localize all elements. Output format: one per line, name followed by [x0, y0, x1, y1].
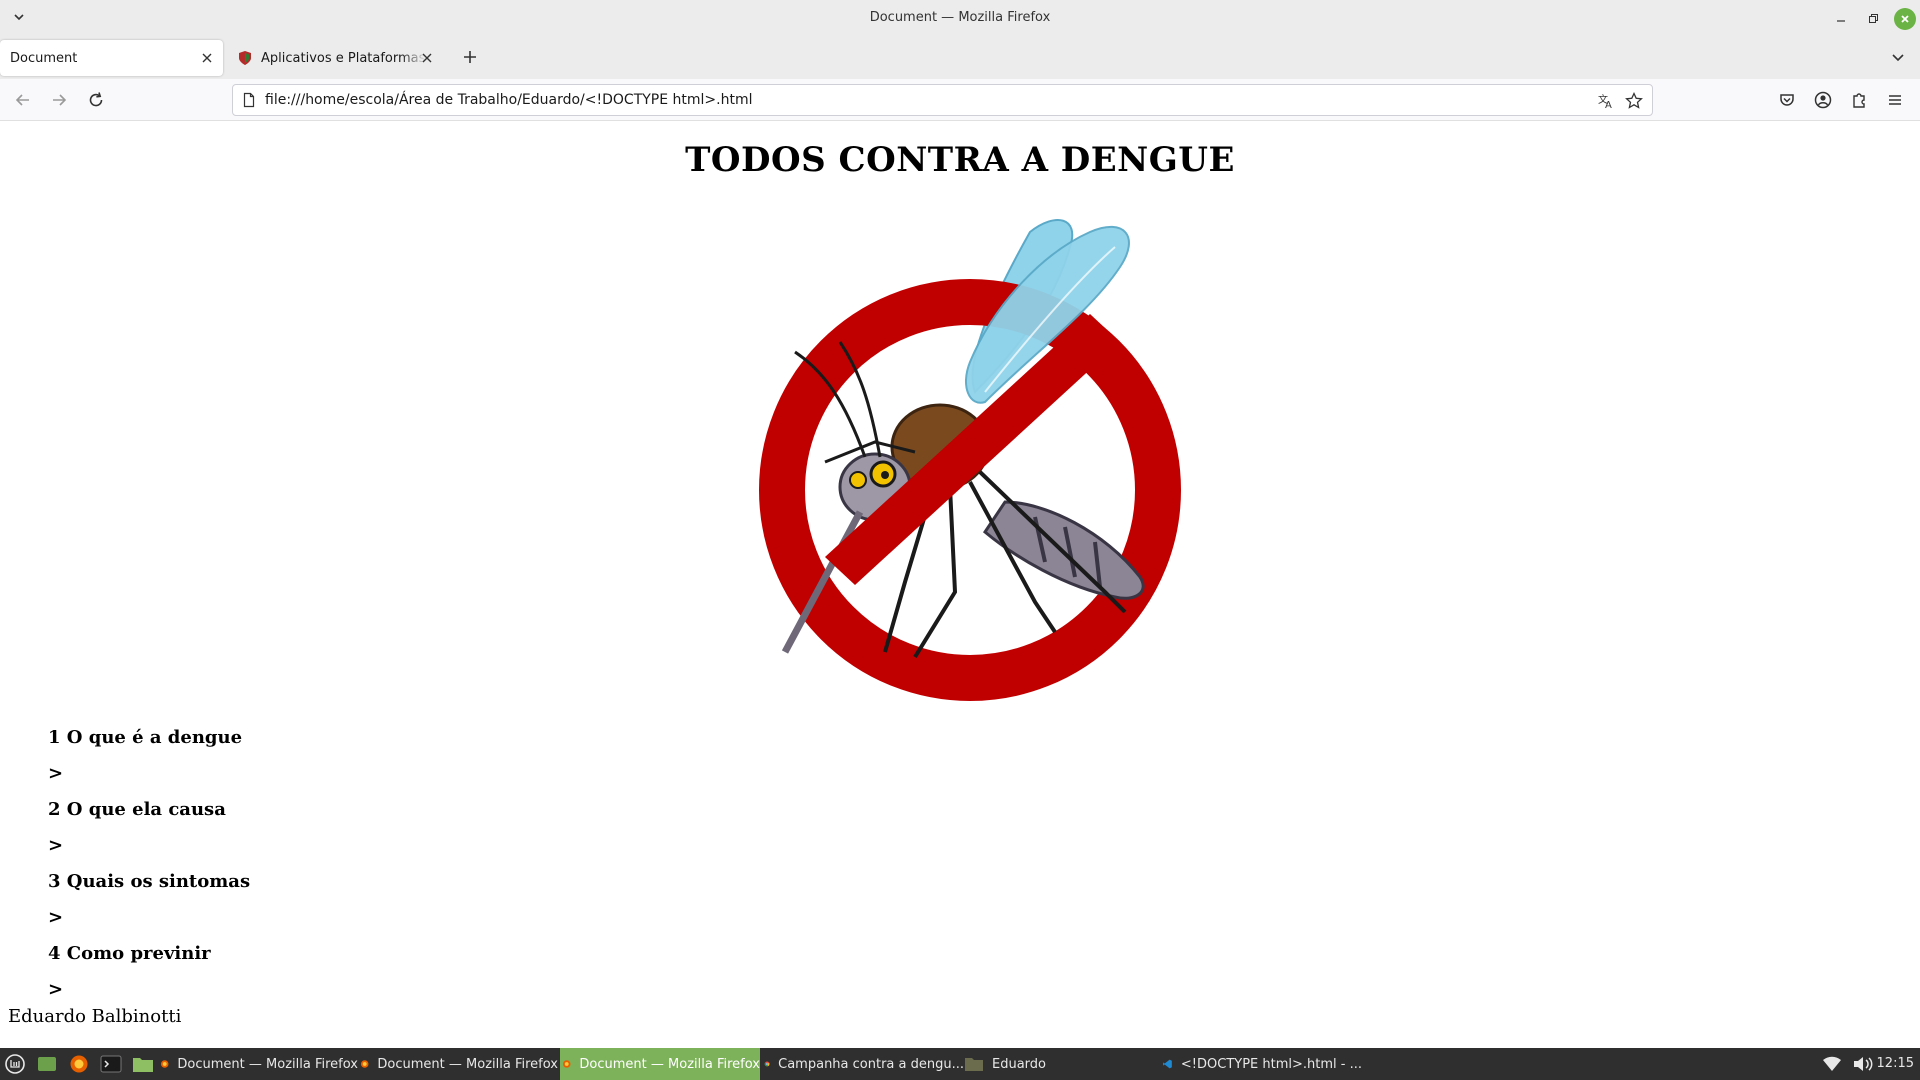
restore-button[interactable] — [1862, 8, 1884, 30]
window-title: Document — Mozilla Firefox — [869, 10, 1051, 25]
taskbar-item-label: <!DOCTYPE html>.html - ... — [1180, 1056, 1362, 1072]
files-launcher-icon[interactable] — [132, 1054, 154, 1074]
section-arrow: > — [48, 763, 64, 784]
folder-icon — [965, 1058, 983, 1071]
close-icon — [1901, 15, 1909, 23]
address-bar[interactable]: file:///home/escola/Área de Trabalho/Edu… — [232, 84, 1653, 116]
minimize-icon — [1837, 20, 1845, 22]
minimize-button[interactable] — [1830, 8, 1852, 30]
firefox-icon — [360, 1060, 369, 1068]
taskbar-item-label: Document — Mozilla Firefox — [377, 1056, 558, 1072]
close-window-button[interactable] — [1894, 8, 1916, 30]
new-tab-plus-icon[interactable] — [460, 47, 480, 67]
taskbar-item-vscode[interactable]: <!DOCTYPE html>.html - ... — [1162, 1048, 1362, 1080]
tab-label: Aplicativos e Plataformas E — [261, 50, 426, 66]
taskbar-item-files[interactable]: Eduardo — [964, 1048, 1164, 1080]
reload-icon[interactable] — [86, 90, 106, 110]
url-text[interactable]: file:///home/escola/Área de Trabalho/Edu… — [265, 92, 753, 108]
close-tab-icon[interactable] — [419, 50, 435, 66]
pocket-icon[interactable] — [1777, 90, 1797, 110]
section-arrow: > — [48, 979, 64, 1000]
tab-document[interactable]: Document — [0, 40, 223, 76]
taskbar-item-label: Campanha contra a dengu... — [778, 1056, 964, 1072]
firefox-launcher-icon[interactable] — [68, 1054, 90, 1074]
firefox-icon — [160, 1060, 169, 1068]
mint-menu-icon[interactable] — [4, 1054, 26, 1074]
section-title: 2 O que ela causa — [48, 799, 226, 820]
svg-text:A: A — [1605, 100, 1612, 111]
tab-bar: Document Aplicativos e Plataformas E — [0, 37, 1920, 79]
page-document-icon — [243, 92, 255, 108]
taskbar-item-firefox-1[interactable]: Document — Mozilla Firefox — [160, 1048, 358, 1080]
tab-label: Document — [10, 50, 78, 66]
back-arrow-icon[interactable] — [13, 90, 33, 110]
taskbar-item-label: Document — Mozilla Firefox — [579, 1056, 760, 1072]
chrome-icon — [764, 1061, 770, 1067]
no-mosquito-sign-image — [759, 219, 1181, 701]
show-desktop-icon[interactable] — [36, 1054, 58, 1074]
translate-icon[interactable]: 文A — [1596, 91, 1616, 111]
vscode-icon — [1163, 1059, 1172, 1069]
extensions-puzzle-icon[interactable] — [1849, 90, 1869, 110]
taskbar-item-label: Eduardo — [992, 1056, 1046, 1072]
terminal-launcher-icon[interactable] — [100, 1054, 122, 1074]
firefox-icon — [562, 1060, 571, 1068]
tab-aplicativos[interactable]: Aplicativos e Plataformas E — [231, 40, 443, 76]
section-title: 3 Quais os sintomas — [48, 871, 251, 892]
forward-arrow-icon[interactable] — [49, 90, 69, 110]
section-list: 1 O que é a dengue > 2 O que ela causa >… — [48, 720, 250, 1008]
navigation-toolbar: file:///home/escola/Área de Trabalho/Edu… — [0, 79, 1920, 121]
window-titlebar: Document — Mozilla Firefox — [0, 0, 1920, 37]
close-tab-icon[interactable] — [199, 50, 215, 66]
taskbar-item-firefox-2[interactable]: Document — Mozilla Firefox — [360, 1048, 558, 1080]
wifi-icon[interactable] — [1822, 1055, 1842, 1073]
taskbar: Document — Mozilla Firefox Document — Mo… — [0, 1048, 1920, 1080]
taskbar-item-firefox-active[interactable]: Document — Mozilla Firefox — [560, 1048, 760, 1080]
list-all-tabs-chevron-icon[interactable] — [1888, 47, 1908, 67]
restore-icon — [1869, 14, 1878, 23]
author-name: Eduardo Balbinotti — [8, 1006, 182, 1027]
section-title: 1 O que é a dengue — [48, 727, 243, 748]
page-heading: TODOS CONTRA A DENGUE — [685, 140, 1235, 180]
section-title: 4 Como previnir — [48, 943, 211, 964]
hamburger-menu-icon[interactable] — [1885, 90, 1905, 110]
account-icon[interactable] — [1813, 90, 1833, 110]
volume-icon[interactable] — [1852, 1055, 1876, 1073]
page-content: TODOS CONTRA A DENGUE 1 O que é a dengue… — [0, 122, 1920, 1046]
section-arrow: > — [48, 835, 64, 856]
taskbar-item-label: Document — Mozilla Firefox — [177, 1056, 358, 1072]
bookmark-star-icon[interactable] — [1624, 91, 1644, 111]
section-arrow: > — [48, 907, 64, 928]
clock[interactable]: 12:15 — [1877, 1056, 1914, 1071]
taskbar-item-chrome[interactable]: Campanha contra a dengu... — [764, 1048, 964, 1080]
shield-favicon-icon — [239, 51, 251, 65]
